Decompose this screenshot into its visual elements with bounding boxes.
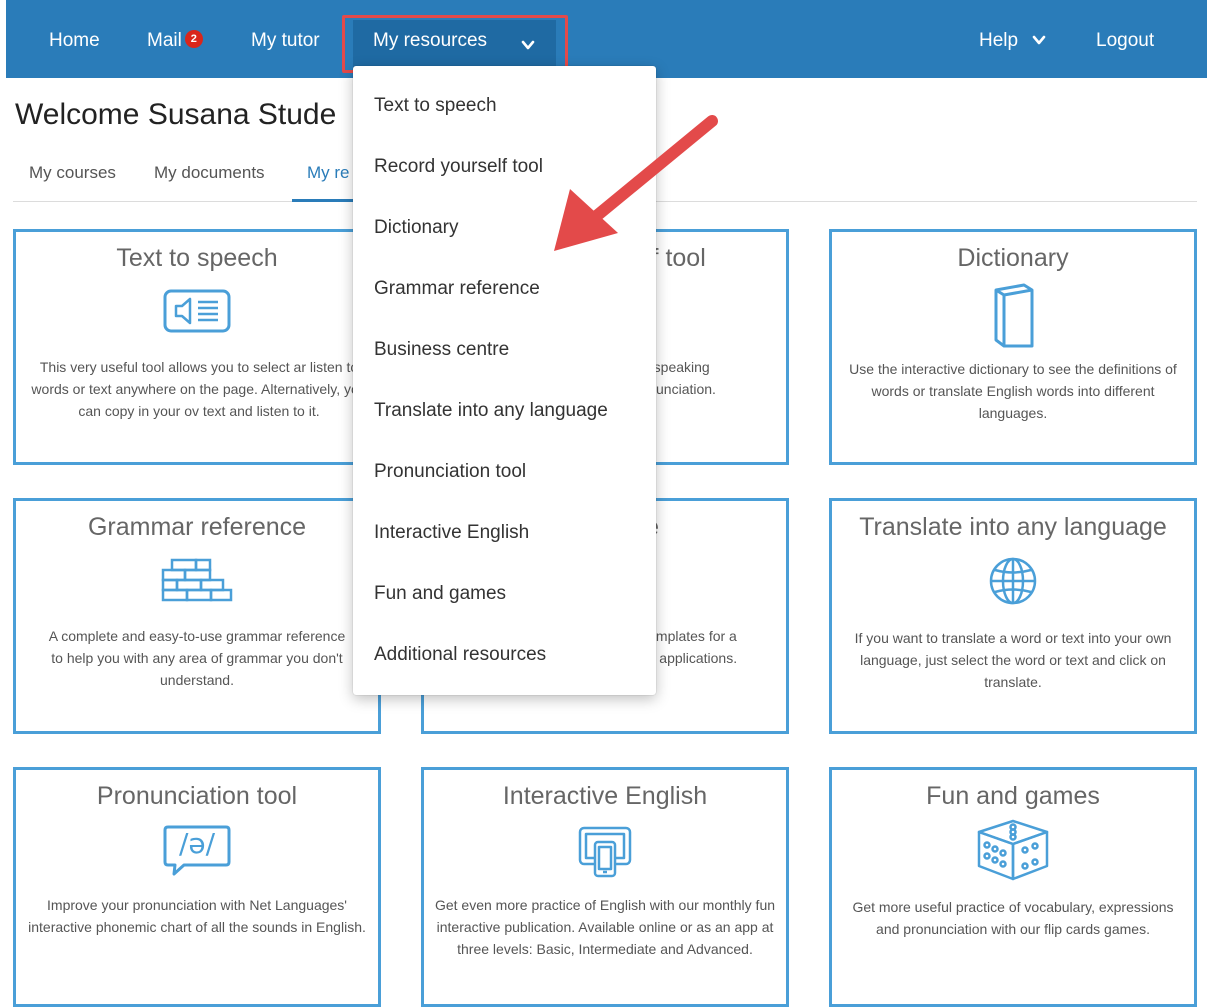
phoneme-bubble-icon: /ə/: [162, 824, 232, 876]
card-description: A complete and easy-to-use grammar refer…: [48, 628, 346, 688]
tab-my-resources[interactable]: My re: [307, 163, 350, 183]
card-title: Pronunciation tool: [96, 782, 298, 810]
menu-item-interactive-english[interactable]: Interactive English: [374, 522, 529, 544]
nav-help-menu[interactable]: Help: [979, 30, 1046, 52]
nav-mail-label: Mail: [147, 30, 182, 51]
card-title: Translate into any language: [859, 513, 1167, 541]
card-description: This very useful tool allows you to sele…: [31, 359, 367, 419]
menu-item-record-yourself[interactable]: Record yourself tool: [374, 156, 543, 178]
card-translate[interactable]: Translate into any language If you want …: [829, 498, 1197, 734]
menu-item-business-centre[interactable]: Business centre: [374, 339, 509, 361]
card-dictionary[interactable]: Dictionary Use the interactive dictionar…: [829, 229, 1197, 465]
card-fun-and-games[interactable]: Fun and games Get more useful practice o…: [829, 767, 1197, 1007]
card-description: Improve your pronunciation with Net Lang…: [28, 897, 366, 935]
card-text-to-speech[interactable]: Text to speech This very useful tool all…: [13, 229, 381, 465]
card-title: Fun and games: [926, 782, 1100, 810]
chevron-down-icon: [521, 40, 535, 50]
active-tab-indicator: [292, 199, 362, 202]
card-title: Dictionary: [957, 244, 1069, 272]
tab-my-courses[interactable]: My courses: [29, 163, 116, 183]
card-description: Get even more practice of English with o…: [434, 897, 776, 957]
menu-item-dictionary[interactable]: Dictionary: [374, 217, 458, 239]
card-title: Interactive English: [502, 782, 708, 810]
resources-dropdown-menu: Text to speech Record yourself tool Dict…: [353, 66, 656, 695]
menu-item-additional-resources[interactable]: Additional resources: [374, 644, 546, 666]
dice-icon: [977, 819, 1049, 881]
menu-item-pronunciation-tool[interactable]: Pronunciation tool: [374, 461, 526, 483]
book-icon: [994, 283, 1034, 348]
nav-home-link[interactable]: Home: [49, 30, 100, 52]
speaker-text-icon: [163, 289, 231, 333]
card-interactive-english[interactable]: Interactive English Get even more practi…: [421, 767, 789, 1007]
card-description: Use the interactive dictionary to see th…: [849, 361, 1177, 421]
nav-resources-menu[interactable]: My resources: [353, 20, 556, 68]
menu-item-grammar-reference[interactable]: Grammar reference: [374, 278, 540, 300]
globe-icon: [989, 557, 1037, 605]
mail-count-badge: 2: [184, 30, 203, 48]
card-pronunciation-tool[interactable]: Pronunciation tool /ə/ Improve your pron…: [13, 767, 381, 1007]
phoneme-symbol: /ə/: [178, 827, 216, 860]
card-title: Grammar reference: [87, 513, 307, 541]
nav-help-label: Help: [979, 30, 1019, 51]
tab-my-documents[interactable]: My documents: [154, 163, 265, 183]
chevron-down-icon: [1032, 35, 1046, 45]
page-title: Welcome Susana Stude: [15, 98, 337, 131]
nav-mail-link[interactable]: Mail 2: [147, 30, 203, 52]
bricks-icon: [161, 558, 233, 602]
nav-resources-label: My resources: [373, 30, 488, 51]
menu-item-text-to-speech[interactable]: Text to speech: [374, 95, 497, 117]
card-grammar-reference[interactable]: Grammar reference A complete and easy-to…: [13, 498, 381, 734]
nav-tutor-link[interactable]: My tutor: [251, 30, 320, 52]
tablet-phone-icon: [578, 826, 632, 878]
menu-item-translate[interactable]: Translate into any language: [374, 400, 608, 422]
card-title: Text to speech: [116, 244, 278, 272]
menu-item-fun-and-games[interactable]: Fun and games: [374, 583, 506, 605]
card-description: Get more useful practice of vocabulary, …: [852, 899, 1174, 937]
card-title: lf tool: [646, 244, 706, 272]
nav-logout-link[interactable]: Logout: [1096, 30, 1154, 52]
card-description: If you want to translate a word or text …: [854, 630, 1172, 690]
